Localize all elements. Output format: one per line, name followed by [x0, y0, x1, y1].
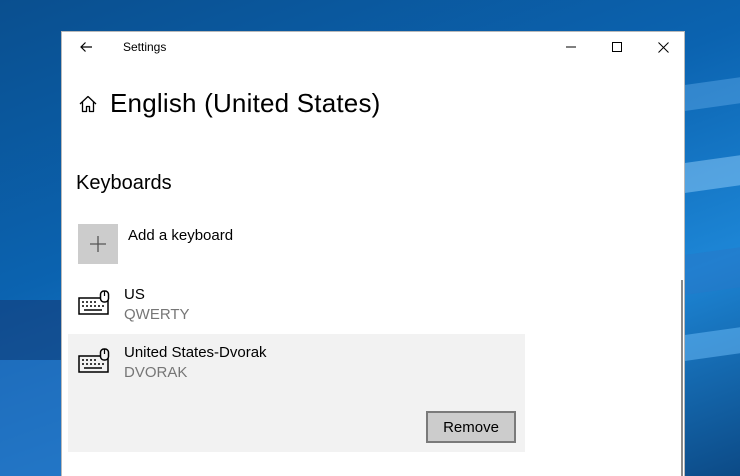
close-icon — [657, 41, 669, 53]
keyboard-name: United States-Dvorak — [124, 344, 267, 361]
keyboard-icon — [78, 348, 110, 373]
back-button[interactable] — [72, 36, 100, 58]
keyboard-layout: QWERTY — [124, 306, 190, 323]
scrollbar[interactable] — [681, 280, 683, 476]
keyboard-icon — [78, 290, 110, 315]
page-title: English (United States) — [110, 88, 381, 118]
add-keyboard-label: Add a keyboard — [128, 227, 234, 244]
add-keyboard-button[interactable]: Add a keyboard — [78, 224, 233, 264]
maximize-icon — [612, 42, 622, 52]
keyboard-item-text: United States-Dvorak DVORAK — [124, 344, 267, 452]
plus-icon — [90, 236, 106, 252]
close-button[interactable] — [640, 32, 686, 62]
minimize-button[interactable] — [548, 32, 594, 62]
home-icon[interactable] — [76, 92, 100, 116]
add-tile — [78, 224, 118, 264]
window-title: Settings — [123, 40, 167, 54]
maximize-button[interactable] — [594, 32, 640, 62]
keyboard-name: US — [124, 286, 145, 303]
keyboard-item-us[interactable]: US QWERTY — [68, 282, 525, 342]
settings-window: Settings English (United States) Keyboar… — [61, 31, 685, 476]
minimize-icon — [566, 46, 576, 48]
wallpaper-panel — [0, 300, 62, 360]
keyboards-heading: Keyboards — [76, 172, 172, 194]
back-arrow-icon — [80, 42, 92, 52]
wallpaper-panel — [0, 360, 62, 476]
title-bar: Settings — [62, 32, 684, 62]
keyboard-layout: DVORAK — [124, 364, 188, 381]
page-header: English (United States) — [76, 88, 381, 119]
remove-button[interactable]: Remove — [426, 411, 516, 443]
